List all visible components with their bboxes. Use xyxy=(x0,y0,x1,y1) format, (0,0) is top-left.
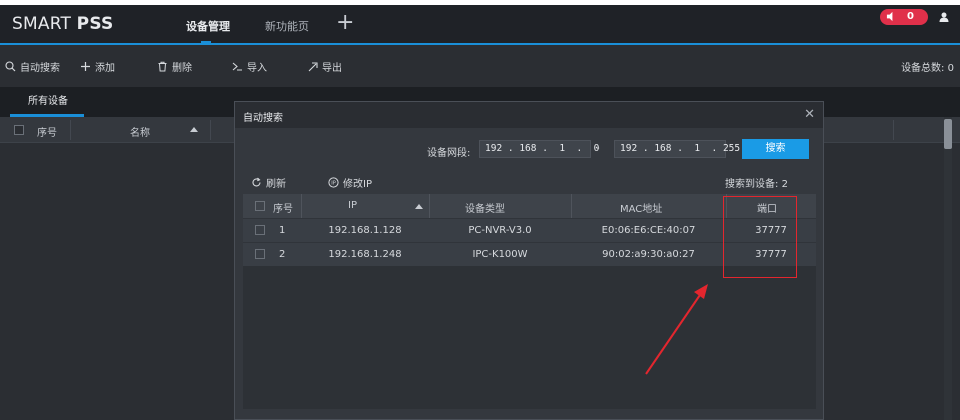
found-count: 搜索到设备: 2 xyxy=(725,175,788,190)
device-table-scrollbar[interactable] xyxy=(944,117,952,420)
col-device-type[interactable]: 设备类型 xyxy=(465,200,505,215)
plus-icon xyxy=(81,62,90,71)
col-ip[interactable]: IP xyxy=(348,200,357,211)
col-index[interactable]: 序号 xyxy=(37,124,57,139)
trash-icon xyxy=(158,61,167,72)
sort-asc-icon[interactable] xyxy=(415,203,423,209)
column-divider xyxy=(70,120,71,140)
column-divider xyxy=(429,194,430,218)
toolbar: 自动搜索 添加 删除 导入 导出 设备总数: 0 xyxy=(0,47,960,87)
active-tab-indicator xyxy=(201,41,211,45)
delete-button[interactable]: 删除 xyxy=(157,59,192,74)
sort-asc-icon[interactable] xyxy=(190,126,198,132)
add-label: 添加 xyxy=(95,63,115,74)
scrollbar-thumb[interactable] xyxy=(944,119,952,149)
search-button[interactable]: 搜索 xyxy=(742,139,809,159)
delete-label: 删除 xyxy=(172,63,192,74)
row-mac: 90:02:a9:30:a0:27 xyxy=(602,249,695,260)
select-all-checkbox[interactable] xyxy=(14,125,24,135)
dialog-title-bar: 自动搜索 ✕ xyxy=(235,102,823,128)
add-tab-icon[interactable]: + xyxy=(336,12,354,34)
modify-ip-label: 修改IP xyxy=(343,179,372,190)
auto-search-label: 自动搜索 xyxy=(20,63,60,74)
export-label: 导出 xyxy=(322,63,342,74)
refresh-icon xyxy=(252,177,261,187)
row-checkbox[interactable] xyxy=(255,225,265,235)
search-icon xyxy=(5,61,16,72)
export-button[interactable]: 导出 xyxy=(307,59,342,74)
port-highlight-box xyxy=(723,196,797,278)
alarm-count: 0 xyxy=(907,11,914,22)
tab-new-feature[interactable]: 新功能页 xyxy=(265,18,309,34)
select-all-results-checkbox[interactable] xyxy=(255,201,265,211)
device-total-label: 设备总数: xyxy=(901,63,945,74)
smart-pss-window: SMART PSS 设备管理 新功能页 + 0 自动搜索 添加 删除 导入 导出… xyxy=(0,5,960,420)
found-label: 搜索到设备: xyxy=(725,179,779,190)
row-checkbox[interactable] xyxy=(255,249,265,259)
close-icon[interactable]: ✕ xyxy=(804,107,815,122)
row-ip: 192.168.1.128 xyxy=(328,225,402,236)
ip-range-dash: - xyxy=(596,143,600,154)
import-icon xyxy=(232,62,242,71)
alarm-badge[interactable]: 0 xyxy=(880,9,928,25)
export-icon xyxy=(308,62,318,72)
svg-text:IP: IP xyxy=(331,181,336,187)
row-ip: 192.168.1.248 xyxy=(328,249,402,260)
speaker-icon xyxy=(886,11,893,22)
refresh-label: 刷新 xyxy=(266,179,286,190)
row-device-type: IPC-K100W xyxy=(472,249,528,260)
tab-device-management[interactable]: 设备管理 xyxy=(186,18,230,34)
user-icon[interactable] xyxy=(938,11,950,23)
import-label: 导入 xyxy=(247,63,267,74)
import-button[interactable]: 导入 xyxy=(232,59,267,74)
ip-start-input[interactable]: 192 . 168 . 1 . 0 xyxy=(479,140,599,158)
column-divider xyxy=(571,194,572,218)
column-divider xyxy=(893,120,894,140)
ip-icon: IP xyxy=(328,177,339,188)
app-logo: SMART PSS xyxy=(12,14,114,34)
row-mac: E0:06:E6:CE:40:07 xyxy=(601,225,696,236)
col-name[interactable]: 名称 xyxy=(130,124,150,139)
row-index: 1 xyxy=(279,225,286,236)
row-device-type: PC-NVR-V3.0 xyxy=(468,225,532,236)
refresh-button[interactable]: 刷新 xyxy=(251,175,286,190)
found-value: 2 xyxy=(781,179,788,190)
col-index[interactable]: 序号 xyxy=(273,200,293,215)
device-total-value: 0 xyxy=(947,63,954,74)
segment-label: 设备网段: xyxy=(427,148,471,159)
device-total: 设备总数: 0 xyxy=(901,59,954,74)
modify-ip-button[interactable]: IP 修改IP xyxy=(328,175,372,190)
row-index: 2 xyxy=(279,249,286,260)
auto-search-button[interactable]: 自动搜索 xyxy=(5,59,60,74)
dialog-title: 自动搜索 xyxy=(243,113,283,124)
column-divider xyxy=(210,120,211,140)
col-mac[interactable]: MAC地址 xyxy=(620,200,662,215)
add-button[interactable]: 添加 xyxy=(80,59,115,74)
title-bar: SMART PSS 设备管理 新功能页 + 0 xyxy=(0,5,960,45)
ip-end-input[interactable]: 192 . 168 . 1 . 255 xyxy=(614,140,740,158)
column-divider xyxy=(301,194,302,218)
